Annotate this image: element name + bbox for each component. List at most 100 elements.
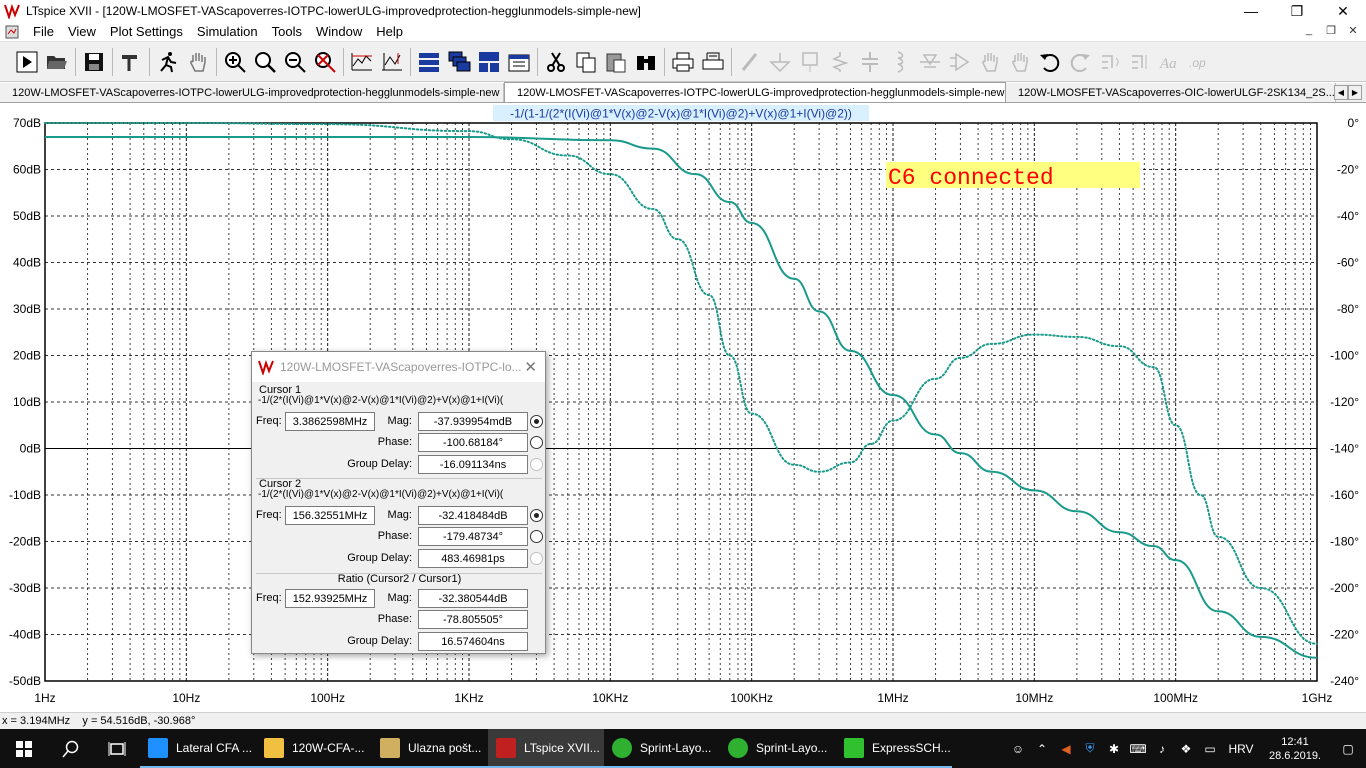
taskbar-app-label: Lateral CFA ...	[176, 740, 253, 755]
title-bar: LTspice XVII - [120W-LMOSFET-VAScapoverr…	[0, 0, 1366, 22]
save-button[interactable]	[79, 47, 109, 77]
toolbar-separator	[343, 47, 344, 76]
taskbar-app[interactable]: Ulazna pošt...	[372, 729, 488, 768]
minimize-button[interactable]: —	[1228, 0, 1274, 22]
document-icon[interactable]	[4, 24, 20, 40]
control-panel-button[interactable]	[116, 47, 146, 77]
trace-expression-label[interactable]: -1/(1-1/(2*(I(Vi)@1*V(x)@2-V(x)@1*I(Vi)@…	[510, 107, 852, 121]
menu-view[interactable]: View	[61, 24, 103, 39]
toolbar-separator	[664, 47, 665, 76]
plot-settings-button[interactable]	[377, 47, 407, 77]
dialog-close-button[interactable]: ✕	[524, 358, 537, 376]
zoom-button[interactable]	[250, 47, 280, 77]
clock[interactable]: 12:41 28.6.2019.	[1260, 735, 1330, 763]
cursor2-mag-radio[interactable]	[530, 509, 543, 522]
pan-button[interactable]	[183, 47, 213, 77]
tab-scroll-left-button[interactable]: ◀	[1334, 85, 1348, 100]
cursor2-mag-field[interactable]: -32.418484dB	[418, 506, 528, 525]
cursor1-group-delay-field[interactable]: -16.091134ns	[418, 455, 528, 474]
dropbox-icon[interactable]: ❖	[1174, 729, 1198, 768]
dialog-title-bar[interactable]: 120W-LMOSFET-VAScapoverres-IOTPC-lo...	[252, 352, 545, 382]
taskbar-app[interactable]: Sprint-Layo...	[604, 729, 720, 768]
ratio-freq-field[interactable]: 152.93925MHz	[285, 589, 375, 608]
search-button[interactable]	[48, 729, 94, 768]
zoom-fit-button[interactable]	[310, 47, 340, 77]
ratio-group-delay-field[interactable]: 16.574604ns	[418, 632, 528, 651]
cursor1-phase-field[interactable]: -100.68184°	[418, 433, 528, 452]
close-button[interactable]: ✕	[1320, 0, 1366, 22]
halt-button[interactable]	[153, 47, 183, 77]
undo-button[interactable]	[1035, 47, 1065, 77]
ratio-phase-field[interactable]: -78.805505°	[418, 610, 528, 629]
text-button: Aa	[1155, 47, 1185, 77]
tile-vertical-button[interactable]	[474, 47, 504, 77]
mdi-restore-button[interactable]: ❐	[1322, 24, 1340, 37]
tile-horizontal-button[interactable]	[414, 47, 444, 77]
tab-scroll-right-button[interactable]: ▶	[1348, 85, 1362, 100]
cursor1-phase-radio[interactable]	[530, 436, 543, 449]
open-button[interactable]	[42, 47, 72, 77]
mdi-close-button[interactable]: ✕	[1344, 24, 1362, 37]
ratio-mag-field[interactable]: -32.380544dB	[418, 589, 528, 608]
cursor1-mag-radio[interactable]	[530, 415, 543, 428]
chevron-up-icon[interactable]: ⌃	[1030, 729, 1054, 768]
menu-tools[interactable]: Tools	[265, 24, 309, 39]
zoom-out-button[interactable]	[280, 47, 310, 77]
taskbar-app[interactable]: Lateral CFA ...	[140, 729, 256, 768]
cursor2-group-delay-field[interactable]: 483.46981ps	[418, 549, 528, 568]
ground-button	[765, 47, 795, 77]
speaker-icon[interactable]: ♪	[1150, 729, 1174, 768]
start-button[interactable]	[0, 729, 48, 768]
menu-window[interactable]: Window	[309, 24, 369, 39]
display-icon[interactable]: ▭	[1198, 729, 1222, 768]
print-button[interactable]	[668, 47, 698, 77]
close-window-button[interactable]	[504, 47, 534, 77]
paste-button[interactable]	[601, 47, 631, 77]
cascade-button[interactable]	[444, 47, 474, 77]
taskbar-app[interactable]: 120W-CFA-...	[256, 729, 372, 768]
language-indicator[interactable]: HRV	[1222, 742, 1260, 756]
plot-canvas[interactable]: 70dB 60dB 50dB 40dB 30dB 20dB 10dB 0dB -10dB -20d…	[0, 104, 1366, 712]
taskbar-app[interactable]: ExpressSCH...	[836, 729, 952, 768]
copy-button[interactable]	[571, 47, 601, 77]
defender-icon[interactable]: ⛨	[1078, 729, 1102, 768]
drag-button	[1005, 47, 1035, 77]
tab-waveform-2[interactable]: 120W-LMOSFET-VAScapoverres-OIC-lowerULGF…	[1006, 83, 1336, 102]
run-button[interactable]	[12, 47, 42, 77]
zoom-area-button[interactable]	[220, 47, 250, 77]
people-icon[interactable]: ☺	[1006, 729, 1030, 768]
cursor1-freq-field[interactable]: 3.3862598MHz	[285, 412, 375, 431]
redo-icon	[1070, 53, 1090, 72]
autorange-button[interactable]	[347, 47, 377, 77]
notifications-icon[interactable]: ▢	[1330, 729, 1366, 768]
task-view-button[interactable]	[94, 729, 140, 768]
find-button[interactable]	[631, 47, 661, 77]
plot-settings-icon	[382, 52, 402, 70]
cut-button[interactable]	[541, 47, 571, 77]
component-icon	[950, 52, 970, 71]
restore-button[interactable]: ❐	[1274, 0, 1320, 22]
cursor2-phase-radio[interactable]	[530, 530, 543, 543]
print-preview-button[interactable]	[698, 47, 728, 77]
menu-help[interactable]: Help	[369, 24, 410, 39]
hammer-icon	[122, 54, 137, 71]
volume-muted-icon[interactable]: ◀	[1054, 729, 1078, 768]
mirror-icon	[1132, 54, 1147, 69]
cursor2-phase-field[interactable]: -179.48734°	[418, 527, 528, 546]
tab-waveform-active[interactable]: 120W-LMOSFET-VAScapoverres-IOTPC-lowerUL…	[504, 82, 1006, 102]
taskbar-app[interactable]: Sprint-Layo...	[720, 729, 836, 768]
tile-horizontal-icon	[419, 52, 439, 72]
cursor1-mag-field[interactable]: -37.939954mdB	[418, 412, 528, 431]
menu-plot-settings[interactable]: Plot Settings	[103, 24, 190, 39]
taskbar-app[interactable]: LTspice XVII...	[488, 729, 604, 768]
mdi-minimize-button[interactable]: _	[1300, 24, 1318, 37]
menu-file[interactable]: File	[26, 24, 61, 39]
binoculars-icon	[637, 55, 655, 70]
waveform-plot[interactable]: 70dB 60dB 50dB 40dB 30dB 20dB 10dB 0dB -10dB -20d…	[0, 104, 1366, 712]
keyboard-icon[interactable]: ⌨	[1126, 729, 1150, 768]
menu-simulation[interactable]: Simulation	[190, 24, 265, 39]
tab-schematic[interactable]: 120W-LMOSFET-VAScapoverres-IOTPC-lowerUL…	[0, 83, 504, 102]
network-icon[interactable]: ✱	[1102, 729, 1126, 768]
cursor2-freq-field[interactable]: 156.32551MHz	[285, 506, 375, 525]
y-tick-label-left: -40dB	[9, 628, 41, 642]
